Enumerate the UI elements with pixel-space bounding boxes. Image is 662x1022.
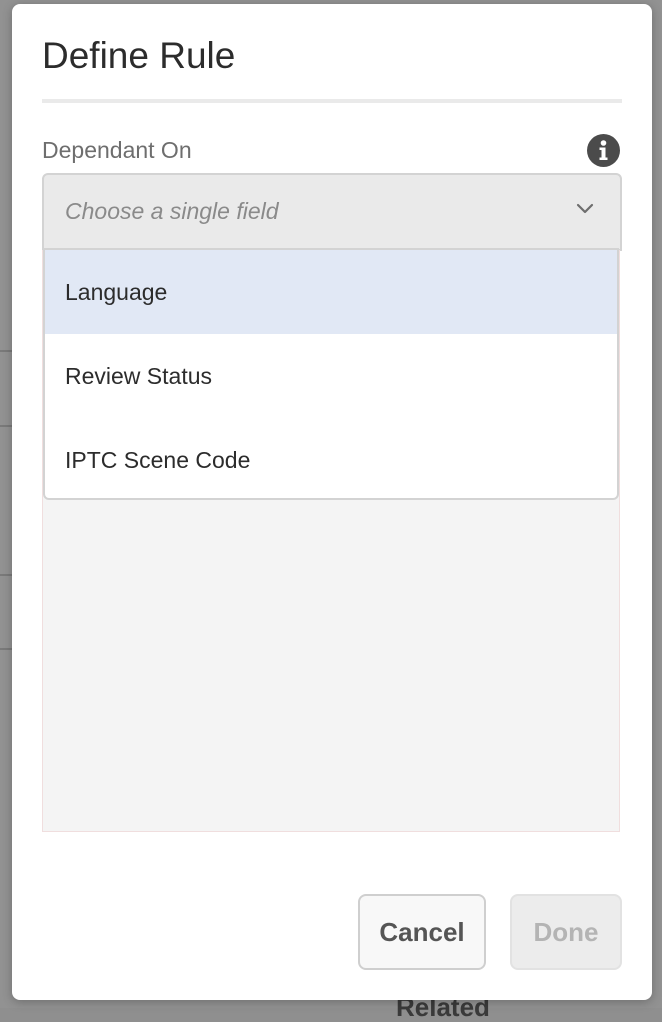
dropdown-option-iptc-scene-code[interactable]: IPTC Scene Code [45, 418, 617, 498]
done-button[interactable]: Done [510, 894, 622, 970]
cancel-button[interactable]: Cancel [358, 894, 486, 970]
dropdown-option-review-status[interactable]: Review Status [45, 334, 617, 418]
dependant-on-label: Dependant On [42, 137, 192, 163]
define-rule-dialog: Define Rule Dependant On Choose a single… [12, 4, 652, 1000]
info-icon[interactable] [587, 134, 620, 167]
dropdown-option-label: Language [65, 278, 168, 305]
title-divider [42, 99, 622, 103]
dropdown-option-label: IPTC Scene Code [65, 446, 251, 473]
field-dropdown-list: Language Review Status IPTC Scene Code [43, 248, 619, 500]
dependant-on-select[interactable]: Choose a single field [42, 173, 622, 251]
chevron-down-icon [576, 203, 594, 214]
dialog-title: Define Rule [42, 35, 236, 76]
dropdown-option-language[interactable]: Language [45, 250, 617, 334]
dropdown-option-label: Review Status [65, 362, 213, 389]
select-placeholder: Choose a single field [65, 198, 279, 224]
